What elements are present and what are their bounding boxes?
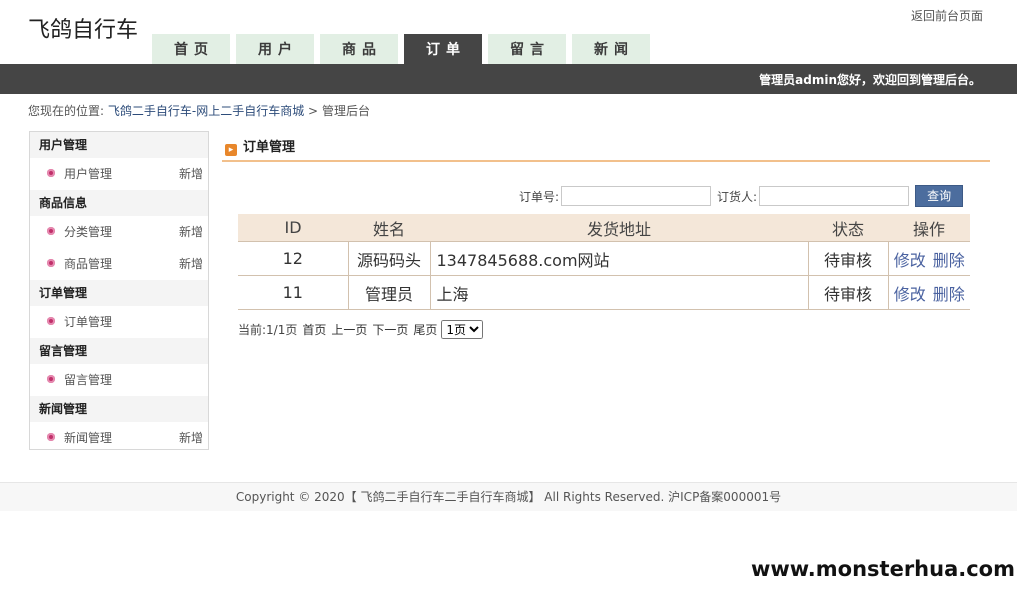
sidebar-item-message-management[interactable]: 留言管理 [30,364,208,396]
cell-id: 11 [238,275,349,310]
sidebar-group-news: 新闻管理 [30,396,208,422]
cell-address: 上海 [430,275,809,310]
page-select[interactable]: 1页 [441,320,484,339]
table-row: 12 源码码头 1347845688.com网站 待审核 修改 删除 [238,241,970,276]
site-title: 飞鸽自行车 [28,18,139,43]
orders-table: ID 姓名 发货地址 状态 操作 12 源码码头 1347845688.com网… [238,214,970,310]
tab-orders[interactable]: 订单 [404,34,482,64]
order-number-label: 订单号: [519,189,560,204]
table-row: 11 管理员 上海 待审核 修改 删除 [238,275,970,310]
bullet-icon [47,169,55,177]
sidebar-item-label[interactable]: 用户管理 [64,167,112,181]
cell-id: 12 [238,241,349,276]
cell-name: 源码码头 [348,241,431,276]
first-page-link[interactable]: 首页 [302,321,326,338]
edit-link[interactable]: 修改 [894,285,926,304]
cell-name: 管理员 [348,275,431,310]
column-header: 姓名 [348,214,430,242]
sidebar: 用户管理 用户管理 新增 商品信息 分类管理 新增 商品管理 新增 订单管理 订… [29,131,209,450]
breadcrumb-current: 管理后台 [321,104,370,118]
cell-address: 1347845688.com网站 [430,241,809,276]
bullet-icon [47,375,55,383]
breadcrumb-separator: > [308,104,319,118]
sidebar-item-product-management[interactable]: 商品管理 新增 [30,248,208,280]
tab-home[interactable]: 首页 [152,34,230,64]
column-header: 操作 [888,214,970,242]
arrow-right-icon: ▸ [225,144,237,156]
delete-link[interactable]: 删除 [933,251,965,270]
sidebar-item-label[interactable]: 留言管理 [64,373,112,387]
tab-news[interactable]: 新闻 [572,34,650,64]
add-news-link[interactable]: 新增 [179,422,203,454]
pagination: 当前:1/1页 首页 上一页 下一页 尾页 1页 [238,320,484,339]
back-to-frontend-link[interactable]: 返回前台页面 [911,7,983,24]
sidebar-item-label[interactable]: 新闻管理 [64,431,112,445]
sidebar-item-category-management[interactable]: 分类管理 新增 [30,216,208,248]
sidebar-item-label[interactable]: 分类管理 [64,225,112,239]
cell-actions: 修改 删除 [888,275,970,310]
add-product-link[interactable]: 新增 [179,248,203,280]
column-header: ID [238,214,348,242]
next-page-link[interactable]: 下一页 [372,321,408,338]
bullet-icon [47,433,55,441]
sidebar-item-news-management[interactable]: 新闻管理 新增 [30,422,208,454]
edit-link[interactable]: 修改 [894,251,926,270]
welcome-message: 管理员admin您好，欢迎回到管理后台。 [759,73,981,87]
table-header-row: ID 姓名 发货地址 状态 操作 [238,214,970,242]
sidebar-group-users: 用户管理 [30,132,208,158]
sidebar-item-user-management[interactable]: 用户管理 新增 [30,158,208,190]
tab-users[interactable]: 用户 [236,34,314,64]
tab-messages[interactable]: 留言 [488,34,566,64]
search-bar: 订单号: 订货人: 查询 [519,185,964,207]
sidebar-item-label[interactable]: 订单管理 [64,315,112,329]
sidebar-group-orders: 订单管理 [30,280,208,306]
last-page-link[interactable]: 尾页 [413,321,437,338]
top-bar: 管理员admin您好，欢迎回到管理后台。 [0,64,1017,94]
breadcrumb: 您现在的位置: 飞鸽二手自行车-网上二手自行车商城 > 管理后台 [28,102,370,119]
order-number-input[interactable] [561,186,712,206]
content-title-text: 订单管理 [243,140,296,155]
sidebar-item-order-management[interactable]: 订单管理 [30,306,208,338]
add-category-link[interactable]: 新增 [179,216,203,248]
breadcrumb-home-link[interactable]: 飞鸽二手自行车-网上二手自行车商城 [108,104,304,118]
cell-status: 待审核 [808,241,889,276]
tab-products[interactable]: 商品 [320,34,398,64]
watermark: www.monsterhua.com [750,557,1015,581]
sidebar-item-label[interactable]: 商品管理 [64,257,112,271]
column-header: 发货地址 [430,214,808,242]
cell-status: 待审核 [808,275,889,310]
footer: Copyright © 2020【 飞鸽二手自行车二手自行车商城】 All Ri… [0,482,1017,511]
breadcrumb-prefix: 您现在的位置: [28,104,105,118]
buyer-input[interactable] [759,186,910,206]
content-title: ▸ 订单管理 [222,136,990,162]
bullet-icon [47,317,55,325]
page-info: 当前:1/1页 [238,323,298,337]
search-button[interactable]: 查询 [915,185,964,207]
add-user-link[interactable]: 新增 [179,158,203,190]
sidebar-group-products: 商品信息 [30,190,208,216]
sidebar-group-messages: 留言管理 [30,338,208,364]
column-header: 状态 [808,214,888,242]
bullet-icon [47,227,55,235]
main-nav: 首页 用户 商品 订单 留言 新闻 [152,34,656,64]
buyer-label: 订货人: [717,189,758,204]
cell-actions: 修改 删除 [888,241,970,276]
bullet-icon [47,259,55,267]
delete-link[interactable]: 删除 [933,285,965,304]
prev-page-link[interactable]: 上一页 [331,321,367,338]
